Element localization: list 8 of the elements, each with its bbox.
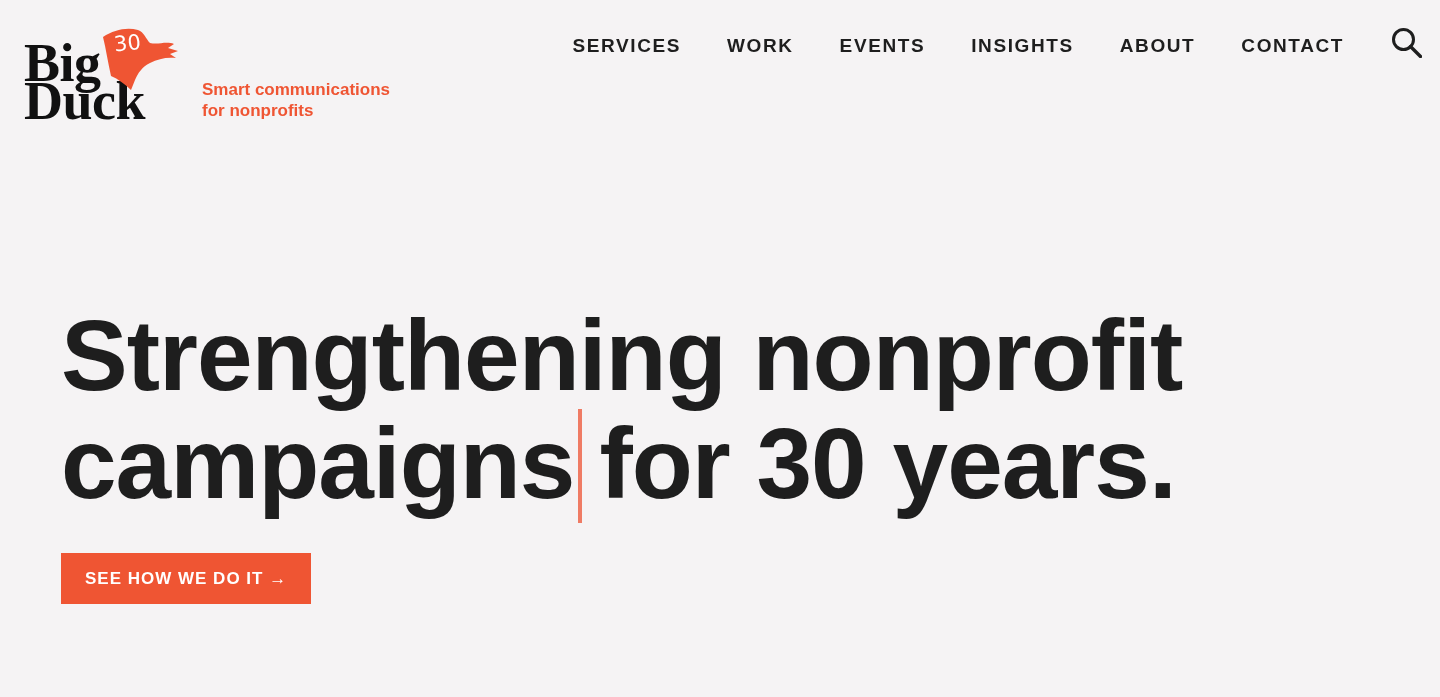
tagline: Smart communications for nonprofits	[202, 79, 391, 121]
search-icon[interactable]	[1392, 28, 1422, 58]
nav-link[interactable]: INSIGHTS	[971, 35, 1074, 57]
nav-link[interactable]: EVENTS	[839, 35, 926, 57]
nav-link[interactable]: WORK	[727, 35, 794, 57]
nav-link[interactable]: CONTACT	[1241, 35, 1344, 57]
nav-link[interactable]: ABOUT	[1119, 35, 1196, 57]
nav-link[interactable]: SERVICES	[572, 35, 682, 57]
